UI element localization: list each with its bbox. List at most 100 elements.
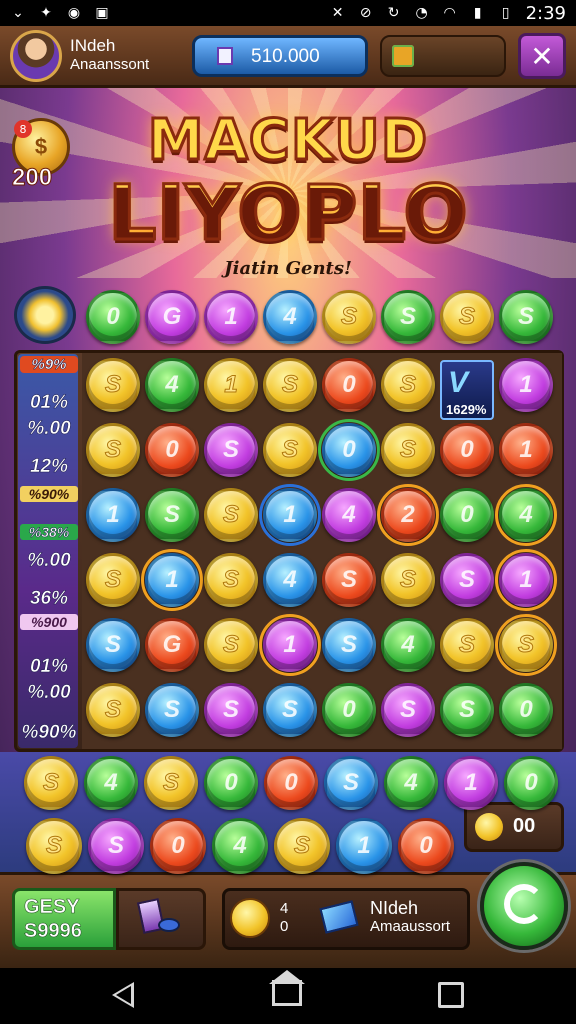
board-coin[interactable]: 0 [499,683,553,737]
board-coin[interactable]: S [145,683,199,737]
status-bar: ⌄ ✦ ◉ ▣ ✕ ⊘ ↻ ◔ ◠ ▮ ▯ 2:39 [0,0,576,26]
info-subtitle: Amaaussort [370,918,451,935]
refresh-icon: ↻ [387,5,400,21]
board-coin[interactable]: S [440,683,494,737]
board-coin[interactable]: S [322,618,376,672]
chip-coin[interactable]: S [440,290,494,344]
home-icon[interactable] [272,980,302,1006]
board-coin[interactable]: S [381,553,435,607]
board-coin[interactable]: 1 [499,358,553,412]
wallet-value: 00 [513,815,536,837]
board-coin[interactable]: 1 [86,488,140,542]
multiplier-label: 36% [29,588,69,610]
board-coin[interactable]: S [86,683,140,737]
board-coin[interactable]: 4 [495,484,557,546]
pile-coin[interactable]: 1 [336,818,392,874]
chip-coin[interactable]: S [322,290,376,344]
chip-coin[interactable]: G [145,290,199,344]
board-coin[interactable]: S [204,618,258,672]
board-coin[interactable]: G [145,618,199,672]
board-coin[interactable]: 0 [440,423,494,477]
board-coin[interactable]: S [263,423,317,477]
board-coin[interactable]: 1 [259,484,321,546]
board-coin[interactable]: 1 [204,358,258,412]
board-coin[interactable]: 0 [322,358,376,412]
pile-coin[interactable]: 4 [384,756,438,810]
gift-pill[interactable] [380,35,506,77]
board-coin[interactable]: S [495,614,557,676]
pile-coin[interactable]: S [88,818,144,874]
board-coin[interactable]: S [263,683,317,737]
pile-coin[interactable]: 0 [504,756,558,810]
back-icon-inner [116,986,131,1004]
board-coin[interactable]: 2 [377,484,439,546]
gift-icon [392,45,414,67]
board-coin[interactable]: 1 [141,549,203,611]
board-coin[interactable]: 0 [318,419,380,481]
chip-coin[interactable]: S [499,290,553,344]
board-coin[interactable]: 0 [145,423,199,477]
board-coin[interactable]: S [86,358,140,412]
pile-coin[interactable]: 4 [84,756,138,810]
board-coin[interactable]: S [381,358,435,412]
board-coin[interactable]: 1 [495,549,557,611]
board-coin[interactable]: S [440,553,494,607]
mute-icon: ✕ [331,5,344,21]
chip-coin[interactable]: 0 [86,290,140,344]
pile-coin[interactable]: S [26,818,82,874]
board-coin[interactable]: S [86,553,140,607]
board-coin[interactable]: S [204,683,258,737]
avatar[interactable] [10,30,62,82]
chip-coin[interactable]: 1 [204,290,258,344]
booster-icon[interactable] [14,286,76,344]
chip-coin[interactable]: 4 [263,290,317,344]
board-coin[interactable]: S [263,358,317,412]
board-coin[interactable]: S [322,553,376,607]
board-coin[interactable]: 4 [322,488,376,542]
currency-pill[interactable]: 510.000 [192,35,368,77]
gem-icon [158,918,180,932]
board-coin[interactable]: S [86,618,140,672]
board-coin[interactable]: 1 [259,614,321,676]
board-coin[interactable]: S [204,488,258,542]
board-coin[interactable]: S [204,423,258,477]
pile-coin[interactable]: S [324,756,378,810]
board-coin[interactable]: 4 [263,553,317,607]
chevron-down-icon: ⌄ [12,5,24,21]
pile-coin[interactable]: 4 [212,818,268,874]
pile-coin[interactable]: 0 [398,818,454,874]
pile-coin[interactable]: S [24,756,78,810]
board-coin[interactable]: S [204,553,258,607]
gem-icon [217,47,233,65]
pile-coin[interactable]: 0 [150,818,206,874]
bluetooth-off-icon: ⊘ [359,5,372,21]
board-coin[interactable]: 0 [322,683,376,737]
board-coin[interactable]: S [381,423,435,477]
multiplier-label: %900 [20,614,78,630]
twitter-icon: ✦ [40,5,52,21]
board-coin[interactable]: 0 [440,488,494,542]
pile-coin[interactable]: S [274,818,330,874]
pile-coin[interactable]: 0 [204,756,258,810]
wallet-counter[interactable]: 00 [464,802,564,852]
board-coin[interactable]: S [381,683,435,737]
combo-mark: V [448,366,469,399]
recent-apps-icon[interactable] [438,982,464,1008]
multiplier-label: %.00 [27,418,71,440]
pile-coin[interactable]: 1 [444,756,498,810]
chip-coin[interactable]: S [381,290,435,344]
close-button[interactable]: ✕ [518,33,566,79]
board-coin[interactable]: S [145,488,199,542]
board-coin[interactable]: 1 [499,423,553,477]
status-left-icons: ⌄ ✦ ◉ ▣ [10,5,110,21]
info-name: NIdeh [370,898,419,918]
signal-icon: ▮ [473,5,482,21]
board-coin[interactable]: S [440,618,494,672]
pile-coin[interactable]: 0 [264,756,318,810]
board-coin[interactable]: 4 [381,618,435,672]
multiplier-label: %9% [20,356,78,373]
board-coin[interactable]: 4 [145,358,199,412]
clock: 2:39 [525,2,566,24]
pile-coin[interactable]: S [144,756,198,810]
board-coin[interactable]: S [86,423,140,477]
